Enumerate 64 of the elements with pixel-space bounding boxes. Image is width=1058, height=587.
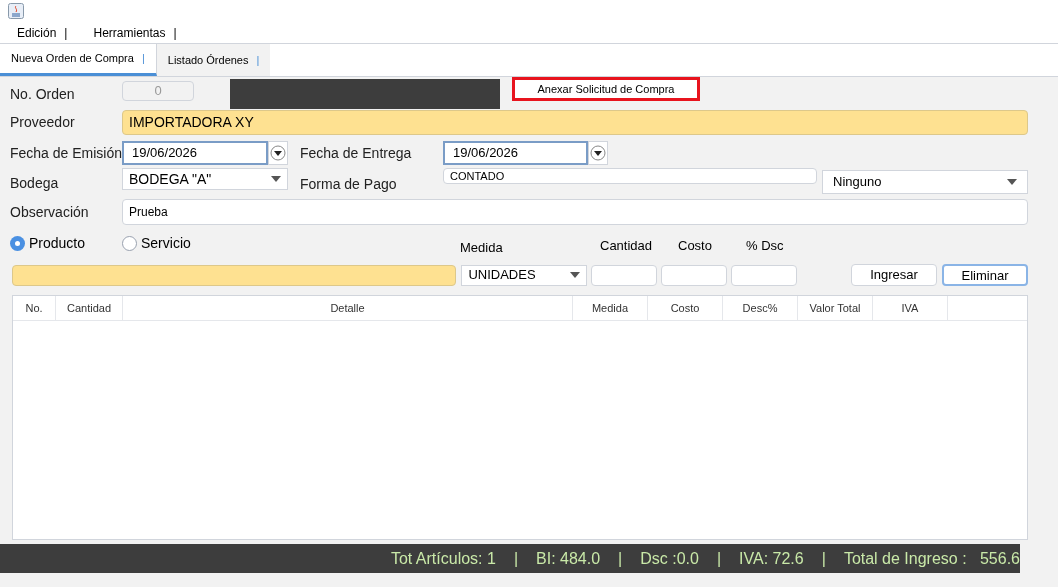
menu-separator: | — [64, 24, 68, 42]
status-text: Total de Ingreso : 556.6 — [843, 548, 1020, 569]
discount-input[interactable] — [731, 264, 797, 286]
app-icon — [8, 3, 24, 19]
radio-label: Servicio — [141, 234, 191, 253]
column-label: Costo — [678, 236, 713, 255]
supplier-field[interactable]: IMPORTADORA XY — [122, 109, 1028, 135]
payment-option-select[interactable]: Ninguno — [822, 170, 1028, 194]
action-button[interactable]: Ingresar — [851, 264, 937, 286]
column-header: Costo — [648, 296, 723, 320]
unit-select[interactable]: UNIDADES — [461, 264, 588, 286]
field-label: Forma de Pago — [300, 175, 398, 194]
column-label: Medida — [460, 238, 504, 257]
field-label: No. Orden — [10, 84, 76, 104]
field-label: Observación — [10, 202, 90, 222]
field-label: Fecha de Entrega — [300, 143, 413, 163]
column-label: % Dsc — [746, 236, 784, 255]
caret-icon — [271, 176, 281, 182]
quantity-input[interactable] — [591, 264, 658, 286]
payment-field[interactable]: CONTADO — [443, 168, 817, 184]
field-label: Fecha de Emisión — [10, 143, 122, 163]
warehouse-select[interactable]: BODEGA "A" — [122, 168, 288, 190]
column-label: Cantidad — [600, 236, 654, 255]
radio-label: Producto — [29, 234, 86, 253]
order-number-field: 0 — [122, 81, 194, 101]
tab-separator: | — [256, 52, 260, 68]
action-button[interactable]: Eliminar — [942, 264, 1028, 286]
tab-label: Listado Órdenes — [167, 52, 249, 68]
calendar-dropdown-button[interactable] — [588, 141, 608, 165]
status-separator: | — [618, 548, 623, 569]
column-header: Desc% — [723, 296, 798, 320]
attach-request-button[interactable]: Anexar Solicitud de Compra — [512, 77, 700, 101]
tab-label: Nueva Orden de Compra — [11, 51, 134, 67]
status-separator: | — [716, 548, 722, 569]
delivery-date-field[interactable]: 19/06/2026 — [443, 141, 588, 165]
cost-input[interactable] — [661, 264, 728, 286]
column-header: Medida — [573, 296, 648, 320]
field-label: Bodega — [10, 174, 60, 193]
column-header: Valor Total — [798, 296, 873, 320]
status-text: Tot Artículos: 1 — [390, 548, 496, 569]
status-text: Dsc :0.0 — [640, 548, 699, 569]
item-search-field[interactable] — [12, 264, 457, 286]
issue-date-field[interactable]: 19/06/2026 — [122, 141, 268, 165]
status-separator: | — [513, 548, 519, 569]
radio-button[interactable] — [10, 236, 25, 251]
note-field[interactable]: Prueba — [122, 199, 1028, 225]
caret-icon — [1007, 179, 1017, 185]
column-header: Cantidad — [56, 296, 123, 320]
menu-item[interactable]: Herramientas — [93, 23, 166, 42]
column-header: No. — [13, 296, 56, 320]
caret-icon — [570, 272, 581, 278]
tab[interactable]: Nueva Orden de Compra | — [0, 44, 157, 76]
tab-separator: | — [141, 51, 145, 67]
status-separator: | — [821, 548, 826, 569]
column-header: IVA — [873, 296, 948, 320]
field-label: Proveedor — [10, 112, 76, 132]
calendar-dropdown-button[interactable] — [268, 141, 288, 165]
menu-separator: | — [173, 24, 177, 42]
tab[interactable]: Listado Órdenes | — [156, 44, 271, 76]
radio-button[interactable] — [122, 236, 137, 251]
status-text: IVA: 72.6 — [739, 548, 804, 569]
status-text: BI: 484.0 — [536, 548, 601, 569]
menu-item[interactable]: Edición — [17, 23, 57, 42]
column-header: Detalle — [123, 296, 573, 320]
